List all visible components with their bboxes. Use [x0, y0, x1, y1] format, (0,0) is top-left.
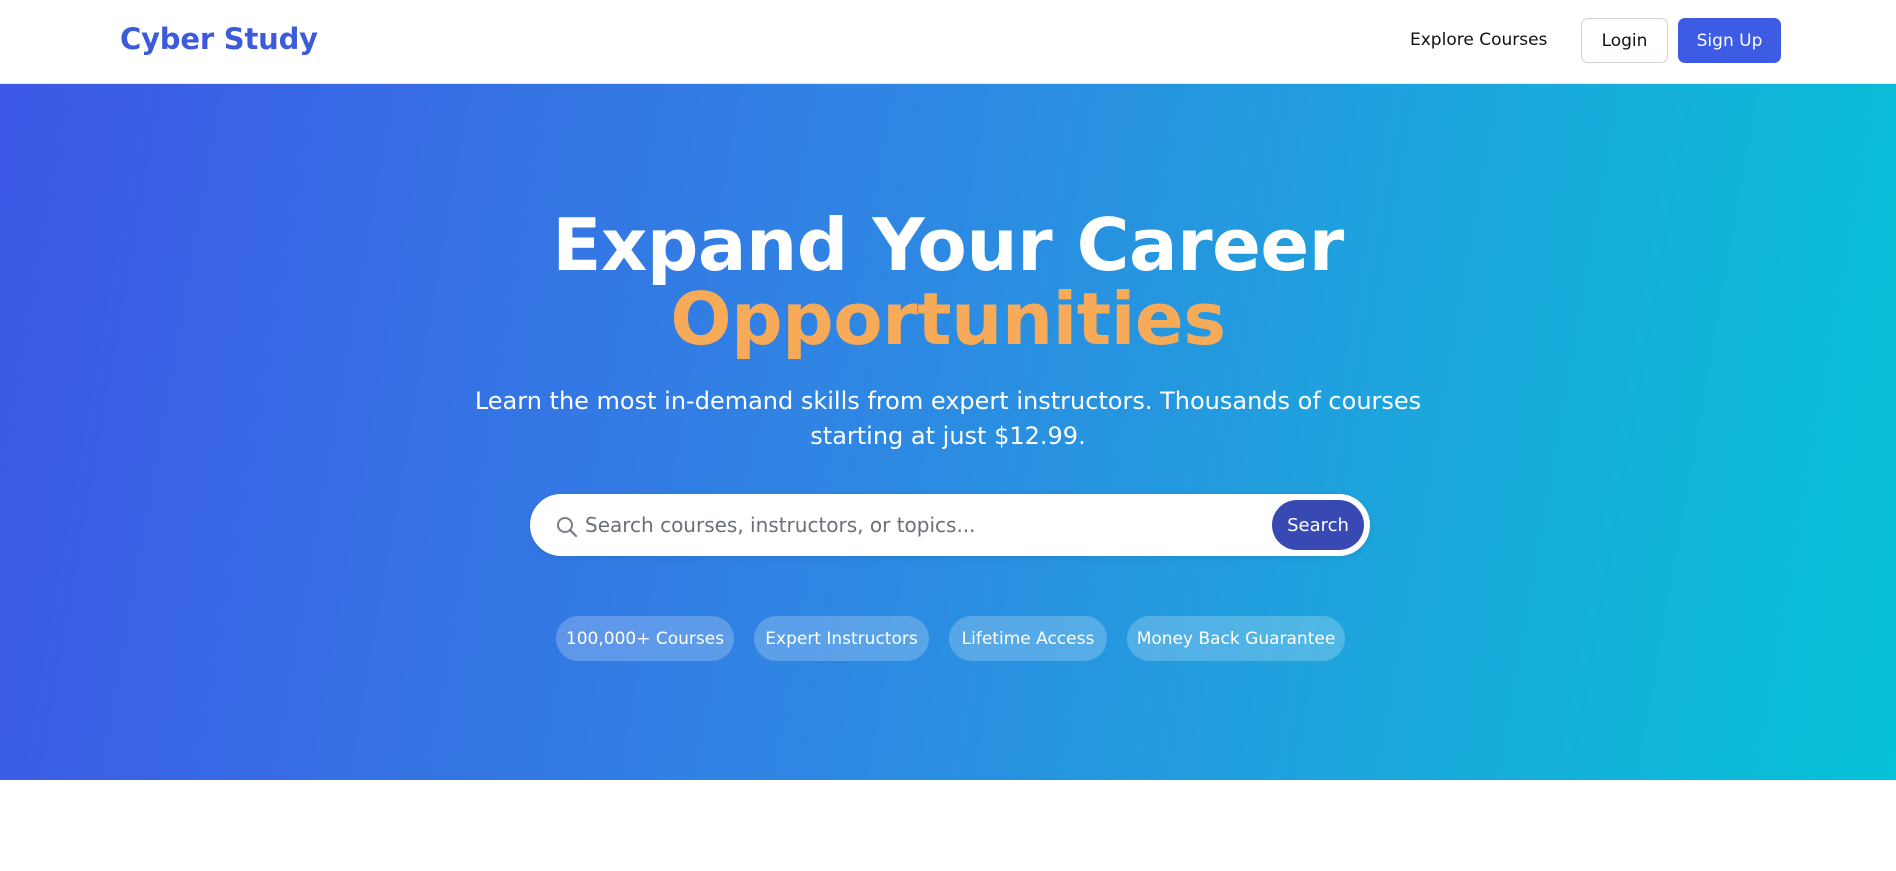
brand-logo[interactable]: Cyber Study: [120, 22, 318, 56]
signup-button[interactable]: Sign Up: [1678, 18, 1781, 63]
explore-courses-link[interactable]: Explore Courses: [1410, 30, 1547, 50]
search-icon: [555, 515, 579, 539]
feature-badge-lifetime-access: Lifetime Access: [949, 616, 1107, 661]
hero-subtext: Learn the most in-demand skills from exp…: [474, 387, 1422, 450]
feature-badge-instructors: Expert Instructors: [754, 616, 929, 661]
feature-badge-courses: 100,000+ Courses: [556, 616, 734, 661]
hero-section: Expand Your Career Opportunities Learn t…: [0, 84, 1896, 780]
search-button[interactable]: Search: [1272, 500, 1364, 550]
search-bar: Search: [530, 494, 1370, 556]
top-navbar: Cyber Study Explore Courses Login Sign U…: [0, 0, 1896, 84]
feature-badge-money-back: Money Back Guarantee: [1127, 616, 1345, 661]
hero-headline: Expand Your Career: [552, 203, 1344, 287]
hero-headline-accent: Opportunities: [670, 277, 1226, 361]
login-button[interactable]: Login: [1581, 18, 1668, 63]
search-input[interactable]: [583, 505, 1263, 545]
